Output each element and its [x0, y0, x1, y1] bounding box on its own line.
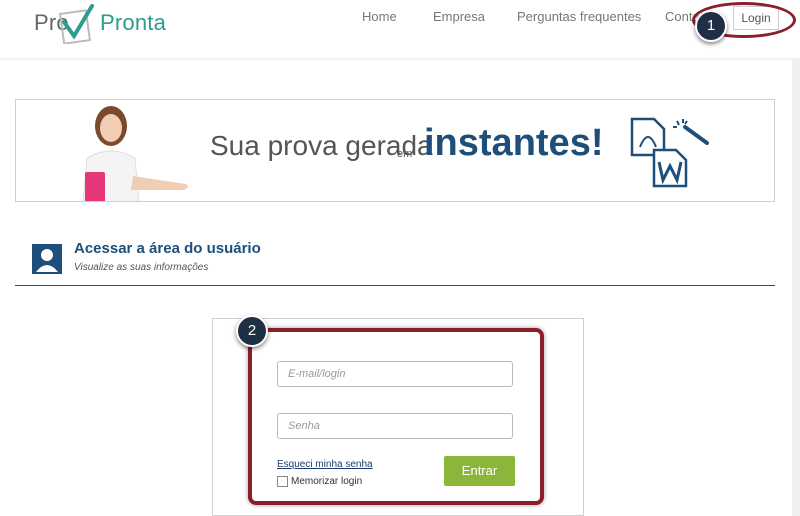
logo-text-part2: Pronta [100, 10, 167, 35]
nav-faq[interactable]: Perguntas frequentes [517, 9, 641, 24]
section-title: Acessar a área do usuário [74, 240, 261, 257]
banner-big-text: instantes! [424, 122, 604, 164]
callout-marker-1: 1 [695, 10, 727, 42]
woman-illustration [82, 106, 188, 201]
highlight-rect-login-form [248, 328, 544, 505]
provapronta-logo[interactable]: Pro Pronta [34, 4, 174, 44]
user-icon [32, 244, 62, 274]
nav-home[interactable]: Home [362, 9, 397, 24]
word-file-icon [652, 148, 688, 188]
logo-check-icon [58, 4, 94, 44]
section-subtitle: Visualize as suas informações [74, 262, 209, 273]
banner-small-text: em [397, 148, 413, 160]
site-header: Pro Pronta Home Empresa Perguntas freque… [0, 0, 800, 59]
section-divider [15, 285, 775, 286]
promo-banner: Sua prova gerada em instantes! [15, 99, 775, 202]
magic-wand-icon [673, 119, 709, 145]
scrollbar[interactable] [792, 58, 800, 516]
nav-empresa[interactable]: Empresa [433, 9, 485, 24]
callout-marker-2: 2 [236, 315, 268, 347]
